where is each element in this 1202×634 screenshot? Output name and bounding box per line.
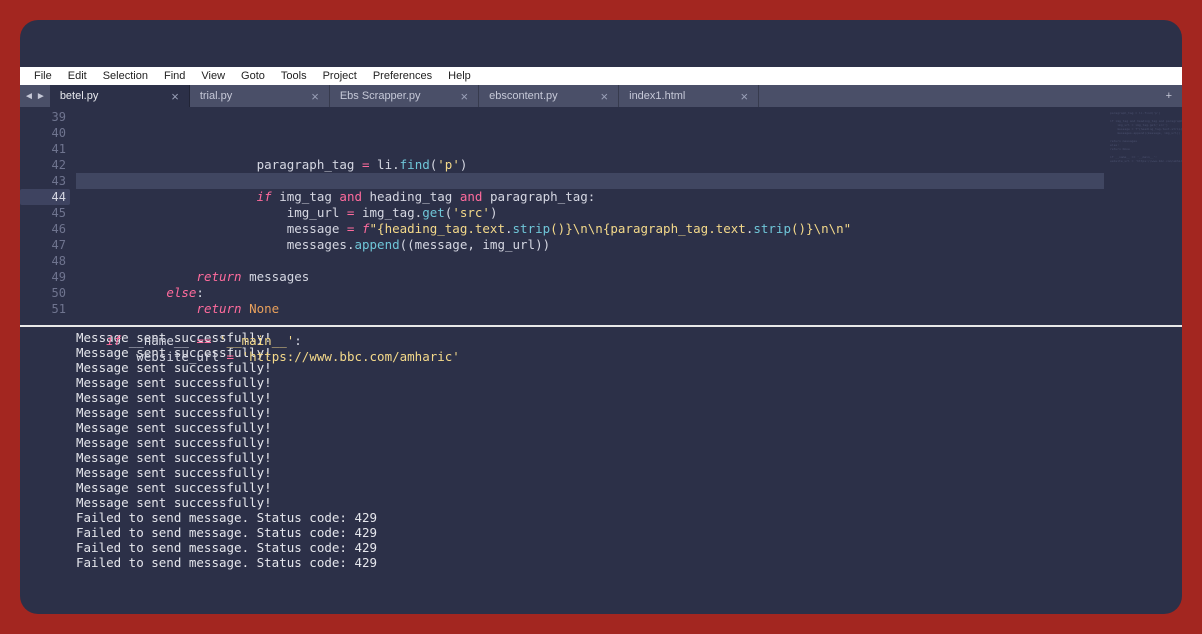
code-line[interactable]: else: bbox=[76, 285, 1104, 301]
line-number: 41 bbox=[20, 141, 66, 157]
code-line[interactable] bbox=[76, 253, 1104, 269]
new-tab-button[interactable]: + bbox=[1156, 85, 1182, 107]
line-number: 51 bbox=[20, 301, 66, 317]
menu-item-selection[interactable]: Selection bbox=[95, 70, 156, 82]
code-editor[interactable]: 39404142434445464748495051 paragraph_tag… bbox=[20, 107, 1182, 325]
tab-bar: ◄ ► betel.py×trial.py×Ebs Scrapper.py×eb… bbox=[20, 85, 1182, 107]
line-number: 48 bbox=[20, 253, 66, 269]
line-number: 47 bbox=[20, 237, 66, 253]
close-icon[interactable]: × bbox=[461, 90, 469, 103]
code-line[interactable] bbox=[76, 317, 1104, 333]
close-icon[interactable]: × bbox=[741, 90, 749, 103]
code-line[interactable]: message = f"{heading_tag.text.strip()}\n… bbox=[76, 221, 1104, 237]
code-line[interactable] bbox=[76, 173, 1104, 189]
nav-back-icon[interactable]: ◄ bbox=[24, 91, 34, 102]
line-number-gutter: 39404142434445464748495051 bbox=[20, 107, 76, 325]
editor-window: FileEditSelectionFindViewGotoToolsProjec… bbox=[20, 20, 1182, 614]
tab-label: Ebs Scrapper.py bbox=[340, 90, 421, 102]
menu-item-tools[interactable]: Tools bbox=[273, 70, 315, 82]
tab-nav-arrows[interactable]: ◄ ► bbox=[20, 85, 50, 107]
menu-item-help[interactable]: Help bbox=[440, 70, 479, 82]
tab-ebs-scrapper-py[interactable]: Ebs Scrapper.py × bbox=[330, 85, 479, 107]
menu-item-file[interactable]: File bbox=[26, 70, 60, 82]
line-number: 42 bbox=[20, 157, 66, 173]
tab-label: betel.py bbox=[60, 90, 99, 102]
nav-forward-icon[interactable]: ► bbox=[36, 91, 46, 102]
line-number: 44 bbox=[20, 189, 70, 205]
close-icon[interactable]: × bbox=[601, 90, 609, 103]
tab-label: trial.py bbox=[200, 90, 232, 102]
line-number: 49 bbox=[20, 269, 66, 285]
menu-bar: FileEditSelectionFindViewGotoToolsProjec… bbox=[20, 67, 1182, 85]
tab-label: ebscontent.py bbox=[489, 90, 558, 102]
tab-label: index1.html bbox=[629, 90, 685, 102]
menu-item-find[interactable]: Find bbox=[156, 70, 193, 82]
menu-item-view[interactable]: View bbox=[193, 70, 233, 82]
code-line[interactable]: img_url = img_tag.get('src') bbox=[76, 205, 1104, 221]
line-number: 45 bbox=[20, 205, 66, 221]
code-line[interactable]: if __name__ == '__main__': bbox=[76, 333, 1104, 349]
code-line[interactable]: paragraph_tag = li.find('p') bbox=[76, 157, 1104, 173]
line-number: 50 bbox=[20, 285, 66, 301]
code-content[interactable]: paragraph_tag = li.find('p') if img_tag … bbox=[76, 107, 1104, 325]
menu-item-edit[interactable]: Edit bbox=[60, 70, 95, 82]
tab-trial-py[interactable]: trial.py × bbox=[190, 85, 330, 107]
code-line[interactable]: messages.append((message, img_url)) bbox=[76, 237, 1104, 253]
close-icon[interactable]: × bbox=[171, 90, 179, 103]
tab-index1-html[interactable]: index1.html × bbox=[619, 85, 759, 107]
menu-item-goto[interactable]: Goto bbox=[233, 70, 273, 82]
line-number: 40 bbox=[20, 125, 66, 141]
minimap[interactable]: paragraph_tag = li.find('p') if img_tag … bbox=[1104, 107, 1182, 325]
close-icon[interactable]: × bbox=[311, 90, 319, 103]
code-line[interactable]: website_url = 'https://www.bbc.com/amhar… bbox=[76, 349, 1104, 365]
tab-betel-py[interactable]: betel.py × bbox=[50, 85, 190, 107]
code-line[interactable]: return messages bbox=[76, 269, 1104, 285]
code-line[interactable]: return None bbox=[76, 301, 1104, 317]
tab-ebscontent-py[interactable]: ebscontent.py × bbox=[479, 85, 619, 107]
menu-item-project[interactable]: Project bbox=[315, 70, 365, 82]
line-number: 46 bbox=[20, 221, 66, 237]
line-number: 43 bbox=[20, 173, 66, 189]
line-number: 39 bbox=[20, 109, 66, 125]
menu-item-preferences[interactable]: Preferences bbox=[365, 70, 440, 82]
code-line[interactable]: if img_tag and heading_tag and paragraph… bbox=[76, 189, 1104, 205]
